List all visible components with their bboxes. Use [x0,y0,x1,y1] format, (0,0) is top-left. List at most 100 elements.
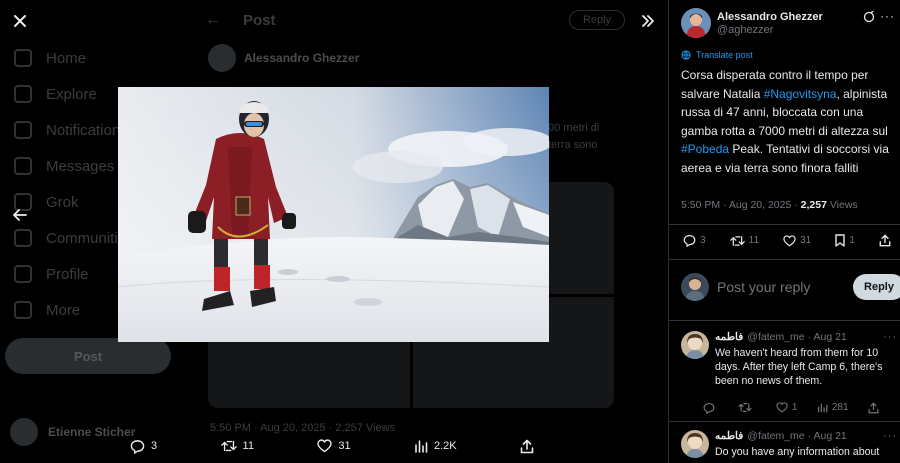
reply-text: We haven't heard from them for 10 days. … [715,347,883,388]
bell-icon [14,121,32,139]
bg-post-button: Post [5,338,171,374]
collapse-panel-button[interactable] [634,7,662,35]
reply-button[interactable]: 3 [130,439,157,454]
reply-count: 3 [151,440,158,452]
mountain-summit-photo [118,87,549,342]
comment-icon [703,402,715,414]
like-button[interactable]: 31 [783,234,812,247]
bar-chart-icon [817,403,828,413]
reply-submit-button[interactable]: Reply [853,274,900,300]
repost-button[interactable]: 11 [220,439,254,453]
arrow-left-icon: ← [205,11,221,28]
hashtag-link[interactable]: #Nagovitsyna [764,87,837,101]
reply-button[interactable] [703,402,719,414]
bg-author-name: Alessandro Ghezzer [244,51,360,65]
bg-nav-item: Home [0,40,200,76]
like-count: 1 [791,402,798,414]
profile-icon [14,265,32,283]
search-icon [14,85,32,103]
author-handle[interactable]: @aghezzer [717,24,823,36]
translate-post-link[interactable]: Translate post [681,50,753,60]
close-button[interactable] [6,7,34,35]
divider [669,320,900,321]
globe-icon [681,50,691,60]
views-label: Views [826,199,858,211]
repost-icon [220,440,237,452]
more-icon [14,301,32,319]
bg-user-name: Etienne Sticher [48,425,136,439]
reply-button[interactable]: 3 [683,234,706,247]
bookmark-icon [835,234,846,247]
share-button[interactable] [879,234,895,247]
comment-icon [130,439,145,454]
grok-icon[interactable] [863,11,875,23]
photo-action-bar: 3 11 31 2.2K [130,432,540,460]
repost-button[interactable] [738,402,756,414]
reply-author-handle[interactable]: @fatem_me [747,430,804,442]
arrow-left-icon [13,209,27,221]
post-actions: 3 11 31 1 [683,234,895,247]
bg-post-text: 00 metri di terra sono [548,122,600,151]
user-avatar-image [681,273,709,301]
avatar[interactable] [681,8,711,38]
double-chevron-right-icon [642,15,654,27]
reply-input[interactable]: Post your reply [717,279,853,295]
reply-count: 3 [700,235,706,246]
share-button[interactable] [868,402,883,414]
share-button[interactable] [520,439,540,454]
replier-avatar-image [681,331,709,359]
like-count: 31 [800,235,812,246]
reply-item[interactable]: فاطمه @fatem_me · Aug 21 ··· Do you have… [681,430,897,459]
mail-icon [14,157,32,175]
post-timestamp: 5:50 PM · Aug 20, 2025 · 2,257 Views [681,199,858,211]
replier-avatar-image [681,430,709,458]
close-icon [14,15,26,27]
avatar[interactable] [681,430,709,458]
reply-time[interactable]: · Aug 21 [808,430,847,442]
bookmark-count: 1 [849,235,855,246]
reply-author-handle[interactable]: @fatem_me [747,331,804,343]
reply-item[interactable]: فاطمه @fatem_me · Aug 21 ··· We haven't … [681,331,897,414]
previous-image-button[interactable] [6,201,34,229]
more-options-icon[interactable]: ··· [880,9,895,23]
views-count: 281 [831,402,849,414]
bg-current-user: Etienne Sticher [10,418,135,446]
avatar[interactable] [681,331,709,359]
post-detail-panel: Alessandro Ghezzer @aghezzer ··· Transla… [668,0,900,463]
post-date[interactable]: 5:50 PM · Aug 20, 2025 · [681,199,801,211]
bar-chart-icon [415,440,428,453]
translate-label: Translate post [696,50,753,60]
reply-author-name[interactable]: فاطمه [715,331,743,343]
views-button[interactable]: 281 [817,402,849,414]
more-options-icon[interactable]: ··· [883,331,897,343]
divider [669,421,900,422]
repost-icon [738,403,753,413]
bookmark-button[interactable]: 1 [835,234,855,247]
more-options-icon[interactable]: ··· [883,430,897,442]
post-photo [118,87,549,342]
hashtag-link[interactable]: #Pobeda [681,142,729,156]
repost-count: 11 [748,235,760,246]
views-button[interactable]: 2.2K [414,439,457,453]
author-name[interactable]: Alessandro Ghezzer [717,11,823,23]
home-icon [14,49,32,67]
author-avatar-image [681,8,711,38]
communities-icon [14,229,32,247]
avatar [10,418,38,446]
like-button[interactable]: 31 [317,439,351,453]
bg-reply-button: Reply [569,10,625,30]
repost-button[interactable]: 11 [729,235,760,247]
views-count: 2,257 [800,199,827,211]
share-icon [520,439,534,453]
reply-time[interactable]: · Aug 21 [808,331,847,343]
like-button[interactable]: 1 [776,402,798,414]
reply-composer: Post your reply Reply [681,273,900,301]
bg-author: Alessandro Ghezzer [208,44,359,72]
divider [669,224,900,225]
repost-icon [729,235,745,246]
reply-author-name[interactable]: فاطمه [715,430,743,442]
heart-icon [776,402,788,413]
views-count: 2.2K [433,440,457,452]
heart-icon [783,234,796,247]
reply-text: Do you have any information about [715,446,880,458]
